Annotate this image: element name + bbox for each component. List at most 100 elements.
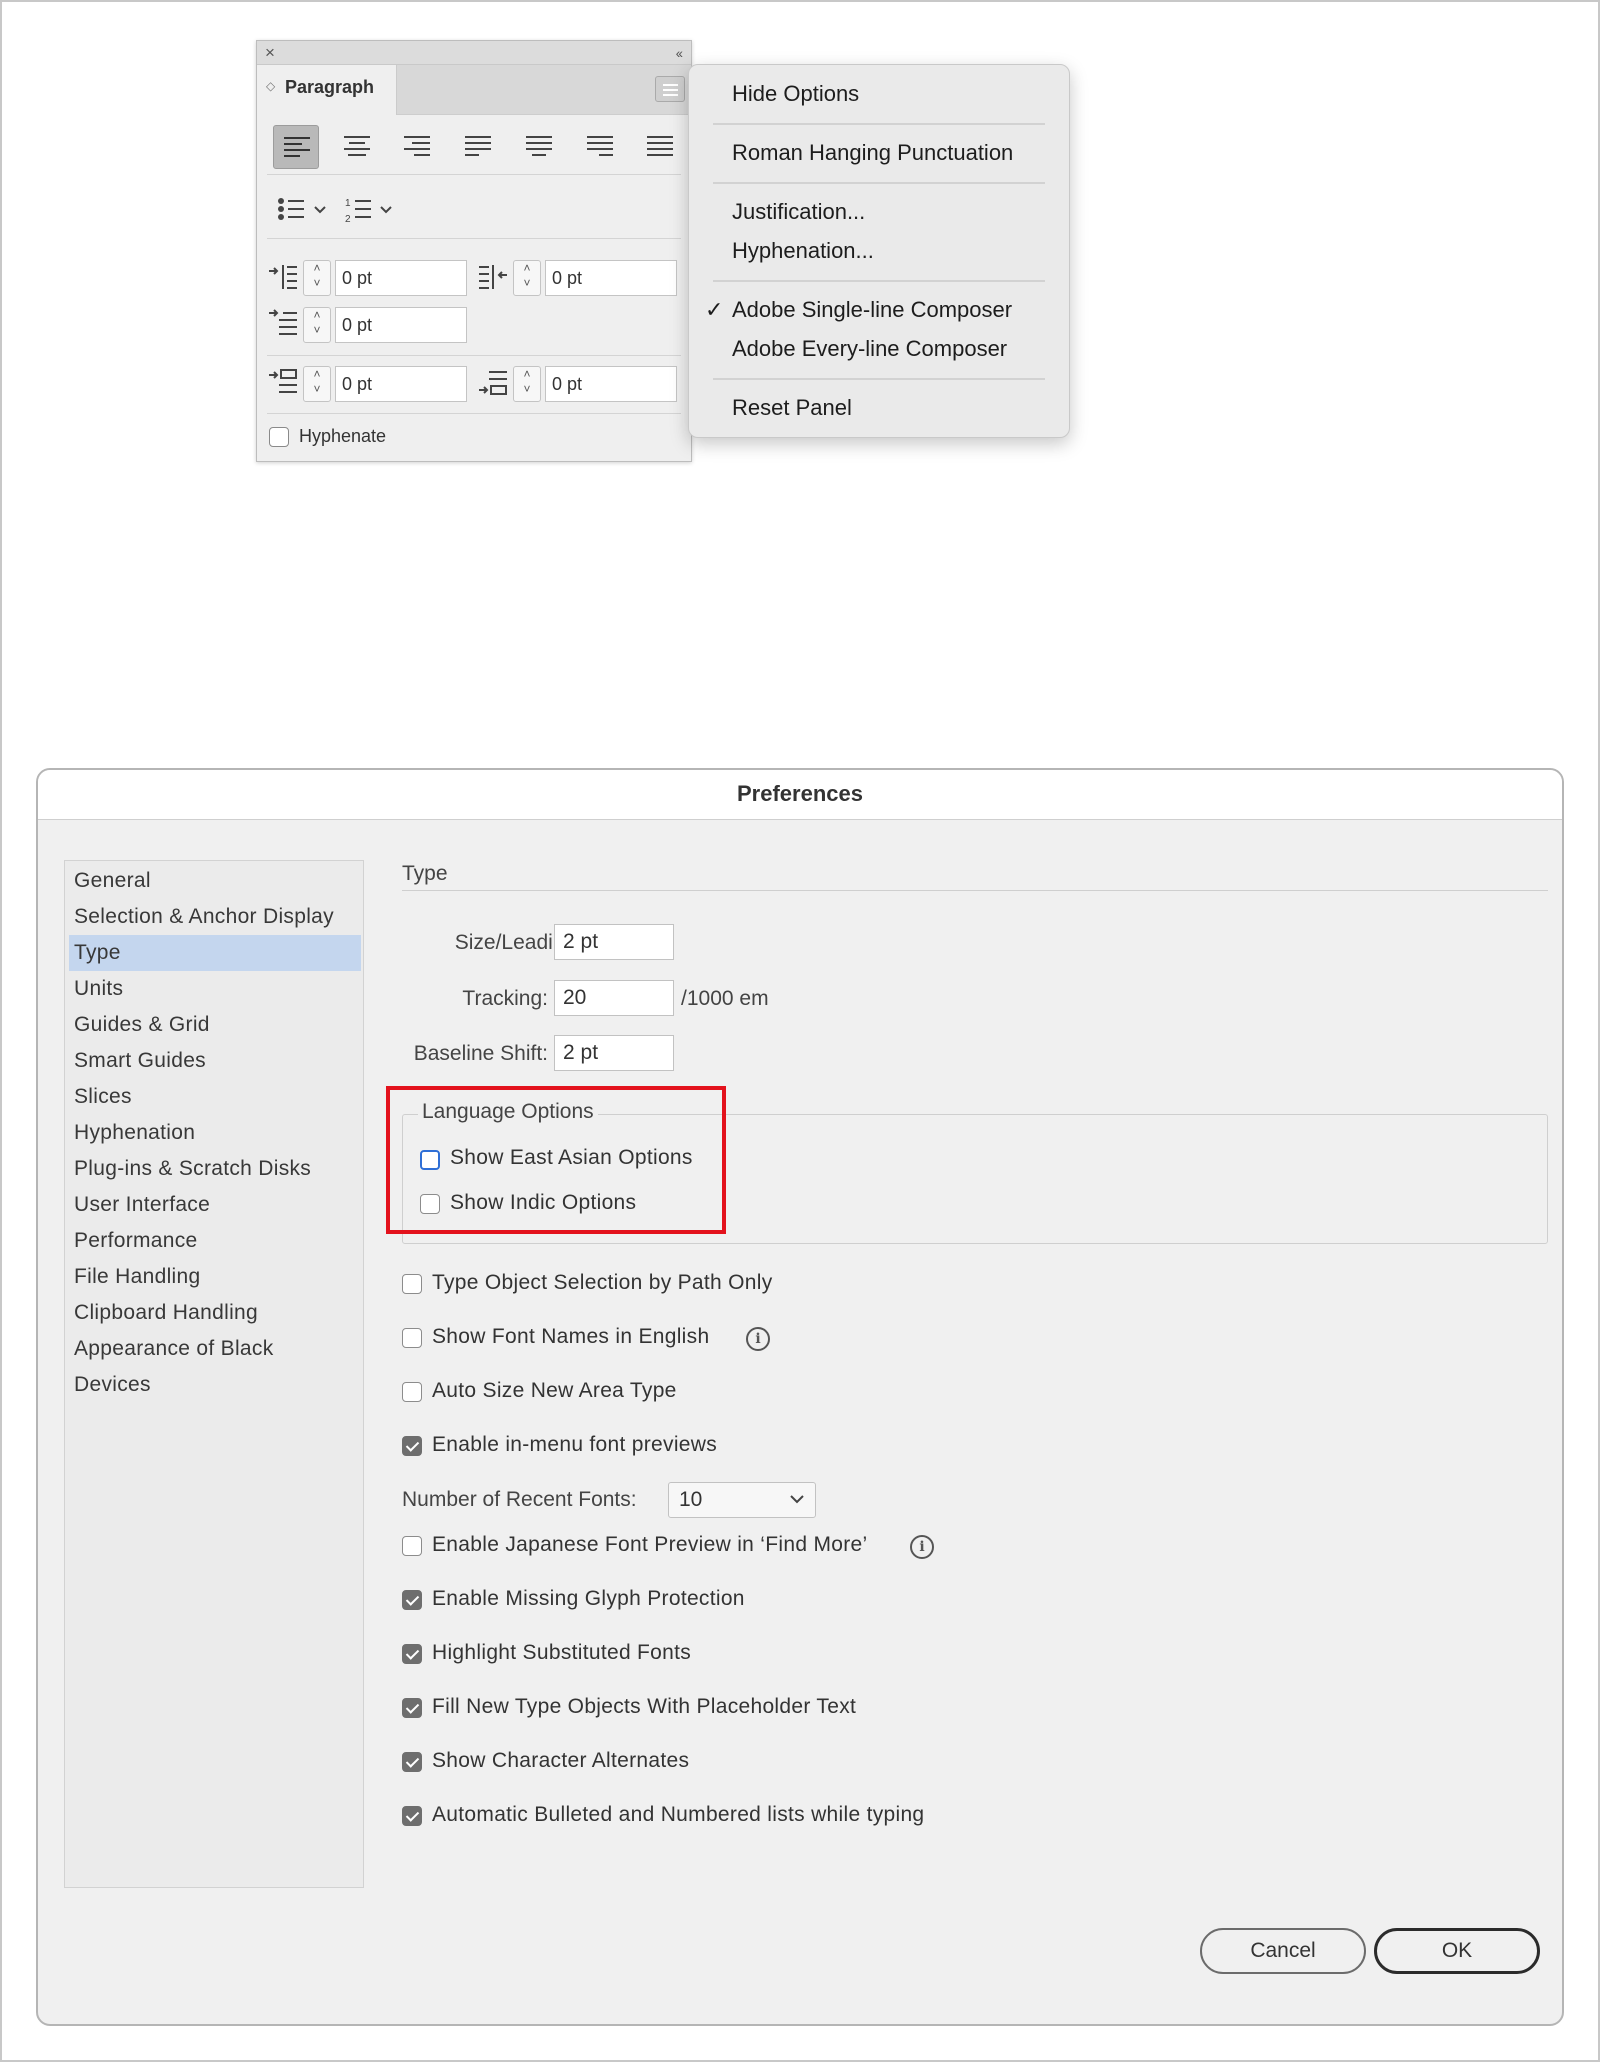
cancel-button[interactable]: Cancel xyxy=(1200,1928,1366,1974)
chevron-down-icon xyxy=(790,1495,804,1504)
dialog-title: Preferences xyxy=(737,781,863,806)
tracking-field[interactable]: 20 xyxy=(554,980,674,1016)
sidebar-item-hyphenation[interactable]: Hyphenation xyxy=(65,1115,363,1151)
missing-glyph-label: Enable Missing Glyph Protection xyxy=(432,1587,745,1610)
right-indent-stepper[interactable]: ˄ ˅ xyxy=(513,260,541,296)
menu-separator xyxy=(713,182,1045,184)
highlight-substituted-checkbox[interactable] xyxy=(402,1644,422,1664)
character-alternates-checkbox[interactable] xyxy=(402,1752,422,1772)
panel-titlebar[interactable]: × ‹‹ xyxy=(257,41,691,65)
highlight-substituted-label: Highlight Substituted Fonts xyxy=(432,1641,692,1664)
auto-size-area-type-checkbox[interactable] xyxy=(402,1382,422,1402)
space-before-stepper[interactable]: ˄ ˅ xyxy=(303,366,331,402)
menu-item-justification[interactable]: Justification... xyxy=(732,199,865,225)
space-before-icon xyxy=(269,369,297,393)
tab-expand-arrows-icon: ◇ xyxy=(266,79,276,93)
japanese-preview-checkbox[interactable] xyxy=(402,1536,422,1556)
sidebar-item-type[interactable]: Type xyxy=(69,935,361,971)
show-font-names-english-checkbox[interactable] xyxy=(402,1328,422,1348)
numbered-list-icon[interactable]: 1 2 xyxy=(345,197,401,225)
space-after-field[interactable]: 0 pt xyxy=(545,366,677,402)
align-left-button[interactable] xyxy=(273,125,319,169)
align-center-icon xyxy=(344,136,370,156)
close-icon[interactable]: × xyxy=(265,43,275,63)
justify-all-button[interactable] xyxy=(637,125,683,169)
sidebar-item-guides-grid[interactable]: Guides & Grid xyxy=(65,1007,363,1043)
fill-placeholder-checkbox[interactable] xyxy=(402,1698,422,1718)
ok-button[interactable]: OK xyxy=(1374,1928,1540,1974)
baseline-shift-field[interactable]: 2 pt xyxy=(554,1035,674,1071)
space-after-icon xyxy=(479,371,507,395)
collapse-double-chevron-icon[interactable]: ‹‹ xyxy=(676,44,683,62)
panel-menu-button[interactable] xyxy=(655,76,685,102)
sidebar-item-general[interactable]: General xyxy=(65,863,363,899)
first-line-indent-field[interactable]: 0 pt xyxy=(335,307,467,343)
section-title: Type xyxy=(402,862,448,885)
list-buttons-row: 1 2 xyxy=(267,185,681,239)
left-indent-field[interactable]: 0 pt xyxy=(335,260,467,296)
sidebar-item-slices[interactable]: Slices xyxy=(65,1079,363,1115)
align-left-icon xyxy=(284,137,310,157)
space-after-stepper[interactable]: ˄ ˅ xyxy=(513,366,541,402)
justify-last-left-button[interactable] xyxy=(455,125,501,169)
menu-item-single-line-composer[interactable]: Adobe Single-line Composer xyxy=(732,297,1012,323)
align-right-icon xyxy=(404,136,430,156)
right-indent-field[interactable]: 0 pt xyxy=(545,260,677,296)
enable-font-previews-checkbox[interactable] xyxy=(402,1436,422,1456)
info-icon[interactable]: i xyxy=(910,1535,934,1559)
align-center-button[interactable] xyxy=(334,125,380,169)
type-object-selection-label: Type Object Selection by Path Only xyxy=(432,1271,773,1294)
panel-flyout-menu: Hide Options Roman Hanging Punctuation J… xyxy=(688,64,1070,438)
sidebar-item-user-interface[interactable]: User Interface xyxy=(65,1187,363,1223)
bulleted-list-icon[interactable] xyxy=(277,197,333,223)
size-leading-field[interactable]: 2 pt xyxy=(554,924,674,960)
sidebar-item-clipboard-handling[interactable]: Clipboard Handling xyxy=(65,1295,363,1331)
menu-item-reset-panel[interactable]: Reset Panel xyxy=(732,395,852,421)
sidebar-item-selection-anchor-display[interactable]: Selection & Anchor Display xyxy=(65,899,363,935)
type-object-selection-checkbox[interactable] xyxy=(402,1274,422,1294)
menu-separator xyxy=(713,123,1045,125)
justify-all-icon xyxy=(647,136,673,156)
panel-divider xyxy=(267,413,681,414)
info-icon[interactable]: i xyxy=(746,1327,770,1351)
sidebar-item-devices[interactable]: Devices xyxy=(65,1367,363,1403)
sidebar-item-appearance-of-black[interactable]: Appearance of Black xyxy=(65,1331,363,1367)
sidebar-item-file-handling[interactable]: File Handling xyxy=(65,1259,363,1295)
tracking-label: Tracking: xyxy=(462,987,548,1010)
sidebar-item-units[interactable]: Units xyxy=(65,971,363,1007)
align-right-button[interactable] xyxy=(394,125,440,169)
svg-text:2: 2 xyxy=(345,214,351,225)
show-font-names-english-label: Show Font Names in English xyxy=(432,1325,710,1348)
dialog-titlebar[interactable]: Preferences xyxy=(38,770,1562,820)
alignment-buttons-row xyxy=(267,125,681,175)
tab-paragraph[interactable]: ◇ Paragraph xyxy=(257,65,397,115)
menu-item-hyphenation[interactable]: Hyphenation... xyxy=(732,238,874,264)
first-line-indent-stepper[interactable]: ˄ ˅ xyxy=(303,307,331,343)
left-indent-stepper[interactable]: ˄ ˅ xyxy=(303,260,331,296)
sidebar-item-performance[interactable]: Performance xyxy=(65,1223,363,1259)
first-line-indent-icon xyxy=(269,309,297,335)
space-before-field[interactable]: 0 pt xyxy=(335,366,467,402)
hyphenate-checkbox[interactable] xyxy=(269,427,289,447)
recent-fonts-label: Number of Recent Fonts: xyxy=(402,1488,637,1511)
menu-item-every-line-composer[interactable]: Adobe Every-line Composer xyxy=(732,336,1007,362)
menu-separator xyxy=(713,280,1045,282)
menu-item-roman-hanging-punctuation[interactable]: Roman Hanging Punctuation xyxy=(732,140,1013,166)
svg-text:1: 1 xyxy=(345,198,351,209)
character-alternates-label: Show Character Alternates xyxy=(432,1749,690,1772)
justify-last-center-button[interactable] xyxy=(516,125,562,169)
right-indent-icon xyxy=(479,265,507,289)
justify-last-right-button[interactable] xyxy=(577,125,623,169)
auto-bulleted-label: Automatic Bulleted and Numbered lists wh… xyxy=(432,1803,925,1826)
missing-glyph-checkbox[interactable] xyxy=(402,1590,422,1610)
sidebar-item-smart-guides[interactable]: Smart Guides xyxy=(65,1043,363,1079)
tracking-unit-label: /1000 em xyxy=(681,987,769,1010)
sidebar-item-plugins-scratch-disks[interactable]: Plug-ins & Scratch Disks xyxy=(65,1151,363,1187)
japanese-preview-label: Enable Japanese Font Preview in ‘Find Mo… xyxy=(432,1533,868,1556)
auto-bulleted-checkbox[interactable] xyxy=(402,1806,422,1826)
recent-fonts-select[interactable]: 10 xyxy=(668,1482,816,1518)
left-indent-icon xyxy=(269,265,297,289)
menu-item-hide-options[interactable]: Hide Options xyxy=(732,81,859,107)
language-options-highlight xyxy=(386,1086,726,1234)
preferences-sidebar: General Selection & Anchor Display Type … xyxy=(64,860,364,1888)
